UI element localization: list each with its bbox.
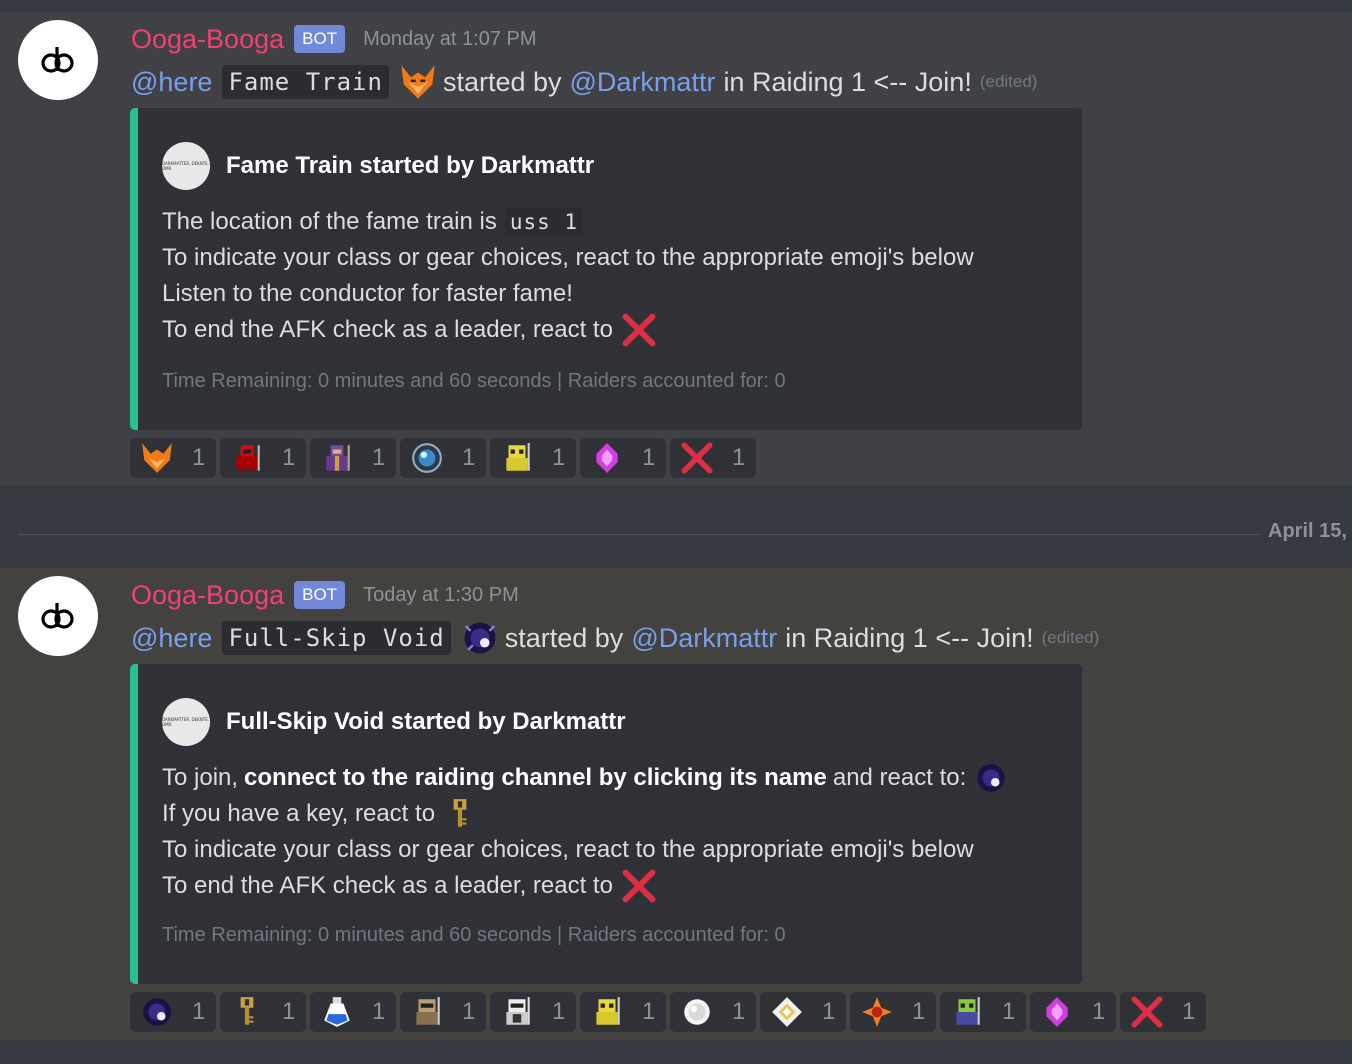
author-icon: DARKMATTER. DEKNTE. DMR. xyxy=(162,698,210,746)
embed-line: To indicate your class or gear choices, … xyxy=(162,836,974,863)
fox-mask-icon xyxy=(399,63,437,101)
embed-line: To end the AFK check as a leader, react … xyxy=(162,312,974,348)
reaction-green-mystic[interactable]: 1 xyxy=(940,992,1026,1032)
embed-line: To indicate your class or gear choices, … xyxy=(162,244,974,271)
date-divider xyxy=(18,534,1260,535)
bot-badge: BOT xyxy=(294,25,346,53)
reaction-tan-knight[interactable]: 1 xyxy=(400,992,486,1032)
user-mention[interactable]: @Darkmattr xyxy=(570,67,716,98)
message-header: Ooga-Booga BOT Today at 1:30 PM xyxy=(131,578,519,612)
red-x-icon xyxy=(1130,995,1164,1029)
reactions-bar: 1 1 1 1 1 1 1 xyxy=(130,438,756,478)
started-by-text: started by xyxy=(442,66,562,97)
channel-text: in Raiding 1 <-- Join! xyxy=(785,622,1034,653)
inline-code: Full-Skip Void xyxy=(222,621,451,655)
green-mystic-icon xyxy=(950,995,984,1029)
reaction-white-diamond[interactable]: 1 xyxy=(760,992,846,1032)
fox-mask-icon xyxy=(140,441,174,475)
username[interactable]: Ooga-Booga xyxy=(131,24,284,55)
key-icon xyxy=(230,995,264,1029)
reaction-void-portal[interactable]: 1 xyxy=(130,992,216,1032)
username[interactable]: Ooga-Booga xyxy=(131,580,284,611)
pink-gem-icon xyxy=(1040,995,1074,1029)
author-icon: DARKMATTER. DEKNTE. DMR. xyxy=(162,142,210,190)
embed-line: Listen to the conductor for faster fame! xyxy=(162,280,573,307)
bot-badge: BOT xyxy=(294,581,346,609)
yellow-knight-icon xyxy=(500,441,534,475)
message-content: @here Full-Skip Void started by @Darkmat… xyxy=(131,616,1099,660)
yellow-knight-icon xyxy=(590,995,624,1029)
reaction-yellow-knight[interactable]: 1 xyxy=(580,992,666,1032)
started-by-text: started by xyxy=(504,622,624,653)
orange-star-icon xyxy=(860,995,894,1029)
here-mention[interactable]: @here xyxy=(131,623,212,654)
embed-author-name: Fame Train started by Darkmattr xyxy=(226,152,595,179)
embed-line: The location of the fame train is uss 1 xyxy=(162,204,974,240)
embed-author: DARKMATTER. DEKNTE. DMR. Full-Skip Void … xyxy=(162,698,626,746)
embed-line: To end the AFK check as a leader, react … xyxy=(162,868,1008,904)
white-warrior-icon xyxy=(500,995,534,1029)
red-x-icon xyxy=(621,868,657,904)
reaction-key[interactable]: 1 xyxy=(220,992,306,1032)
here-mention[interactable]: @here xyxy=(131,67,212,98)
embed-description: The location of the fame train is uss 1 … xyxy=(162,204,974,348)
message-header: Ooga-Booga BOT Monday at 1:07 PM xyxy=(131,22,537,56)
void-portal-icon xyxy=(974,761,1008,795)
bot-avatar[interactable] xyxy=(18,576,98,656)
embed-footer: Time Remaining: 0 minutes and 60 seconds… xyxy=(162,924,786,946)
bot-logo-icon xyxy=(41,603,74,629)
reaction-red-x[interactable]: 1 xyxy=(670,438,756,478)
reaction-red-x[interactable]: 1 xyxy=(1120,992,1206,1032)
embed-description: To join, connect to the raiding channel … xyxy=(162,760,1008,904)
reaction-blue-potion[interactable]: 1 xyxy=(310,992,396,1032)
void-portal-icon xyxy=(140,995,174,1029)
embed-line: To join, connect to the raiding channel … xyxy=(162,760,1008,796)
reaction-white-warrior[interactable]: 1 xyxy=(490,992,576,1032)
reaction-red-warrior[interactable]: 1 xyxy=(220,438,306,478)
pink-gem-icon xyxy=(590,441,624,475)
white-orb-icon xyxy=(680,995,714,1029)
edited-label: (edited) xyxy=(979,72,1038,91)
reaction-pink-gem[interactable]: 1 xyxy=(580,438,666,478)
user-mention[interactable]: @Darkmattr xyxy=(631,623,777,654)
bot-logo-icon xyxy=(41,47,74,73)
timestamp[interactable]: Monday at 1:07 PM xyxy=(363,28,536,51)
date-divider-label: April 15, xyxy=(1268,520,1347,542)
reaction-purple-mystic[interactable]: 1 xyxy=(310,438,396,478)
reaction-white-orb[interactable]: 1 xyxy=(670,992,756,1032)
tan-knight-icon xyxy=(410,995,444,1029)
channel-text: in Raiding 1 <-- Join! xyxy=(723,66,972,97)
reaction-yellow-knight[interactable]: 1 xyxy=(490,438,576,478)
inline-code: Fame Train xyxy=(222,65,389,99)
embed: DARKMATTER. DEKNTE. DMR. Fame Train star… xyxy=(130,108,1082,430)
reaction-blue-orb[interactable]: 1 xyxy=(400,438,486,478)
embed-footer: Time Remaining: 0 minutes and 60 seconds… xyxy=(162,370,786,392)
white-diamond-icon xyxy=(770,995,804,1029)
reaction-orange-star[interactable]: 1 xyxy=(850,992,936,1032)
embed-author: DARKMATTER. DEKNTE. DMR. Fame Train star… xyxy=(162,142,594,190)
purple-mystic-icon xyxy=(320,441,354,475)
blue-orb-icon xyxy=(410,441,444,475)
red-x-icon xyxy=(680,441,714,475)
bold-instruction: connect to the raiding channel by clicki… xyxy=(244,764,827,791)
embed-author-name: Full-Skip Void started by Darkmattr xyxy=(226,708,626,735)
red-warrior-icon xyxy=(230,441,264,475)
location-code: uss 1 xyxy=(504,208,584,236)
blue-potion-icon xyxy=(320,995,354,1029)
edited-label: (edited) xyxy=(1041,628,1100,647)
key-icon xyxy=(443,797,477,831)
reaction-fox-mask[interactable]: 1 xyxy=(130,438,216,478)
bot-avatar[interactable] xyxy=(18,20,98,100)
embed: DARKMATTER. DEKNTE. DMR. Full-Skip Void … xyxy=(130,664,1082,984)
red-x-icon xyxy=(621,312,657,348)
void-portal-icon xyxy=(461,619,499,657)
reactions-bar: 1 1 1 1 1 1 1 1 1 1 1 1 xyxy=(130,992,1206,1032)
timestamp[interactable]: Today at 1:30 PM xyxy=(363,584,519,607)
embed-line: If you have a key, react to xyxy=(162,796,1008,832)
message-content: @here Fame Train started by @Darkmattr i… xyxy=(131,60,1037,104)
reaction-pink-gem[interactable]: 1 xyxy=(1030,992,1116,1032)
